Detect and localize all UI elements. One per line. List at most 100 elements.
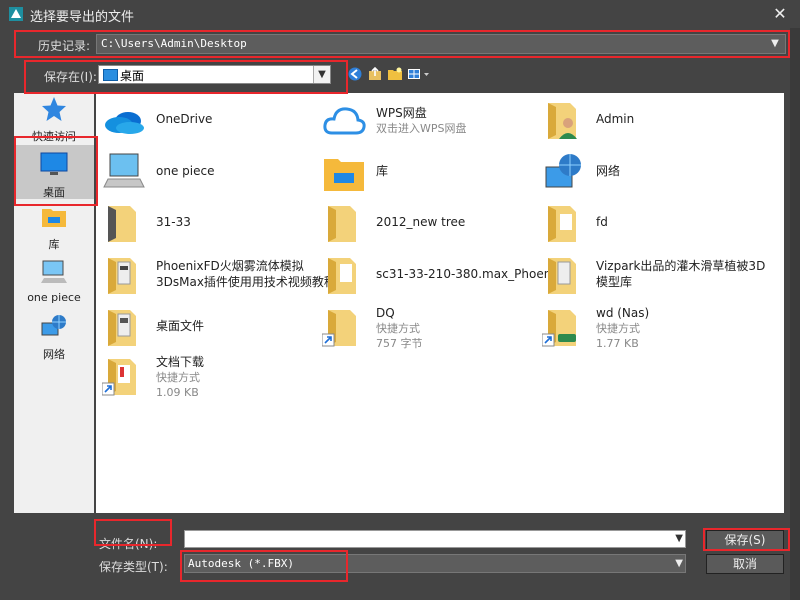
file-subtitle: 快捷方式 [156,371,200,384]
list-item[interactable]: 2012_new tree [322,202,537,250]
file-name: wd (Nas) [596,306,650,320]
folder-icon [108,206,136,242]
list-item[interactable]: Admin [542,99,757,147]
back-icon[interactable] [346,66,364,82]
file-name-line2: 3DsMax插件使用用技术视频教程 [156,275,336,289]
history-label: 历史记录: [38,39,91,53]
file-list: OneDrive WPS网盘 双击进入WPS网盘 Admin one piece… [96,93,784,513]
computer-icon [103,153,145,188]
filetype-label: 保存类型(T): [99,560,168,574]
file-name: PhoenixFD火烟雾流体模拟 [156,259,304,273]
folder-icon [548,258,576,294]
file-size: 1.09 KB [156,386,199,399]
file-name: Vizpark出品的灌木滑草植被3D [596,259,766,273]
file-name: 31-33 [156,215,191,229]
file-name: DQ [376,306,395,320]
sidebar-item-computer[interactable]: one piece [14,258,94,304]
chevron-down-icon[interactable]: ▼ [675,531,683,547]
save-button[interactable]: 保存(S) [706,530,784,550]
file-name: Admin [596,112,635,126]
shortcut-folder-icon [322,310,356,347]
background-strip [790,28,800,600]
list-item[interactable]: sc31-33-210-380.max_Phoeni... [322,254,566,302]
save-in-dropdown[interactable]: 桌面 ▼ [98,65,331,84]
list-item[interactable]: PhoenixFD火烟雾流体模拟 3DsMax插件使用用技术视频教程 [102,254,336,302]
shortcut-folder-icon [102,359,136,396]
list-item[interactable]: wd (Nas) 快捷方式 1.77 KB [542,306,757,354]
app-logo-icon [9,7,23,21]
file-name: 库 [376,164,389,178]
list-item[interactable]: WPS网盘 双击进入WPS网盘 [322,99,537,147]
file-name: sc31-33-210-380.max_Phoeni... [376,267,567,281]
library-icon [42,209,66,227]
file-name: fd [596,215,608,229]
file-name: 文档下载 [156,355,205,369]
file-name: 网络 [596,164,621,178]
sidebar-item-quick-access[interactable]: 快速访问 [14,95,94,143]
filetype-value: Autodesk (*.FBX) [188,557,294,570]
file-name: one piece [156,164,215,178]
file-subtitle: 双击进入WPS网盘 [376,122,467,135]
sidebar-item-label: 网络 [43,348,65,361]
desktop-icon [40,152,68,175]
user-folder-icon [548,103,577,139]
folder-icon [108,310,136,346]
save-in-value: 桌面 [120,69,145,83]
sidebar-item-label: one piece [27,291,81,304]
history-value: C:\Users\Admin\Desktop [101,37,247,50]
network-icon [41,315,66,336]
chevron-down-icon[interactable]: ▼ [313,66,330,83]
list-item[interactable]: 31-33 [102,202,317,250]
cloud-icon [323,107,366,135]
sidebar-item-library[interactable]: 库 [14,203,94,251]
list-item[interactable]: Vizpark出品的灌木滑草植被3D 模型库 [542,254,765,302]
view-menu-icon[interactable] [406,66,432,82]
new-folder-icon[interactable] [386,66,404,82]
sidebar-item-network[interactable]: 网络 [14,313,94,361]
network-icon [545,154,581,188]
file-name-line2: 模型库 [596,275,633,289]
window-title: 选择要导出的文件 [30,10,135,25]
folder-icon [328,258,356,294]
list-item[interactable]: fd [542,202,757,250]
file-name: 2012_new tree [376,215,466,229]
cancel-button[interactable]: 取消 [706,554,784,574]
list-item[interactable]: 网络 [542,151,757,199]
library-icon [324,159,364,191]
folder-icon [328,206,356,242]
sidebar-item-label: 桌面 [43,186,65,199]
places-sidebar: 快速访问 桌面 库 one piece 网络 [14,93,94,513]
history-dropdown[interactable]: C:\Users\Admin\Desktop ▼ [96,34,786,54]
computer-icon [41,260,67,283]
list-item[interactable]: 库 [322,151,537,199]
file-name: OneDrive [156,112,213,126]
sidebar-item-desktop[interactable]: 桌面 [14,145,94,199]
close-icon[interactable]: ✕ [768,3,792,25]
list-item[interactable]: DQ 快捷方式 757 字节 [322,306,537,354]
file-name: WPS网盘 [376,106,427,120]
filename-label: 文件名(N): [99,537,158,551]
chevron-down-icon[interactable]: ▼ [767,35,783,53]
sidebar-item-label: 库 [48,238,60,251]
sidebar-item-label: 快速访问 [32,130,76,143]
star-icon [42,97,66,121]
up-folder-icon[interactable] [366,66,384,82]
list-item[interactable]: 桌面文件 [102,306,317,354]
file-subtitle: 快捷方式 [376,322,420,335]
onedrive-icon [105,112,144,134]
file-size: 757 字节 [376,337,423,350]
chevron-down-icon[interactable]: ▼ [675,555,683,572]
list-item[interactable]: OneDrive [102,99,317,147]
filetype-select[interactable]: Autodesk (*.FBX) ▼ [184,554,686,573]
file-size: 1.77 KB [596,337,639,350]
list-item[interactable]: 文档下载 快捷方式 1.09 KB [102,355,317,403]
file-name: 桌面文件 [156,319,205,333]
filename-input[interactable]: ▼ [184,530,686,548]
folder-icon [548,206,576,242]
folder-icon [108,258,136,294]
list-item[interactable]: one piece [102,151,317,199]
desktop-icon [103,69,118,81]
shortcut-folder-icon [542,310,576,347]
save-in-label: 保存在(I): [44,70,97,84]
file-subtitle: 快捷方式 [596,322,640,335]
